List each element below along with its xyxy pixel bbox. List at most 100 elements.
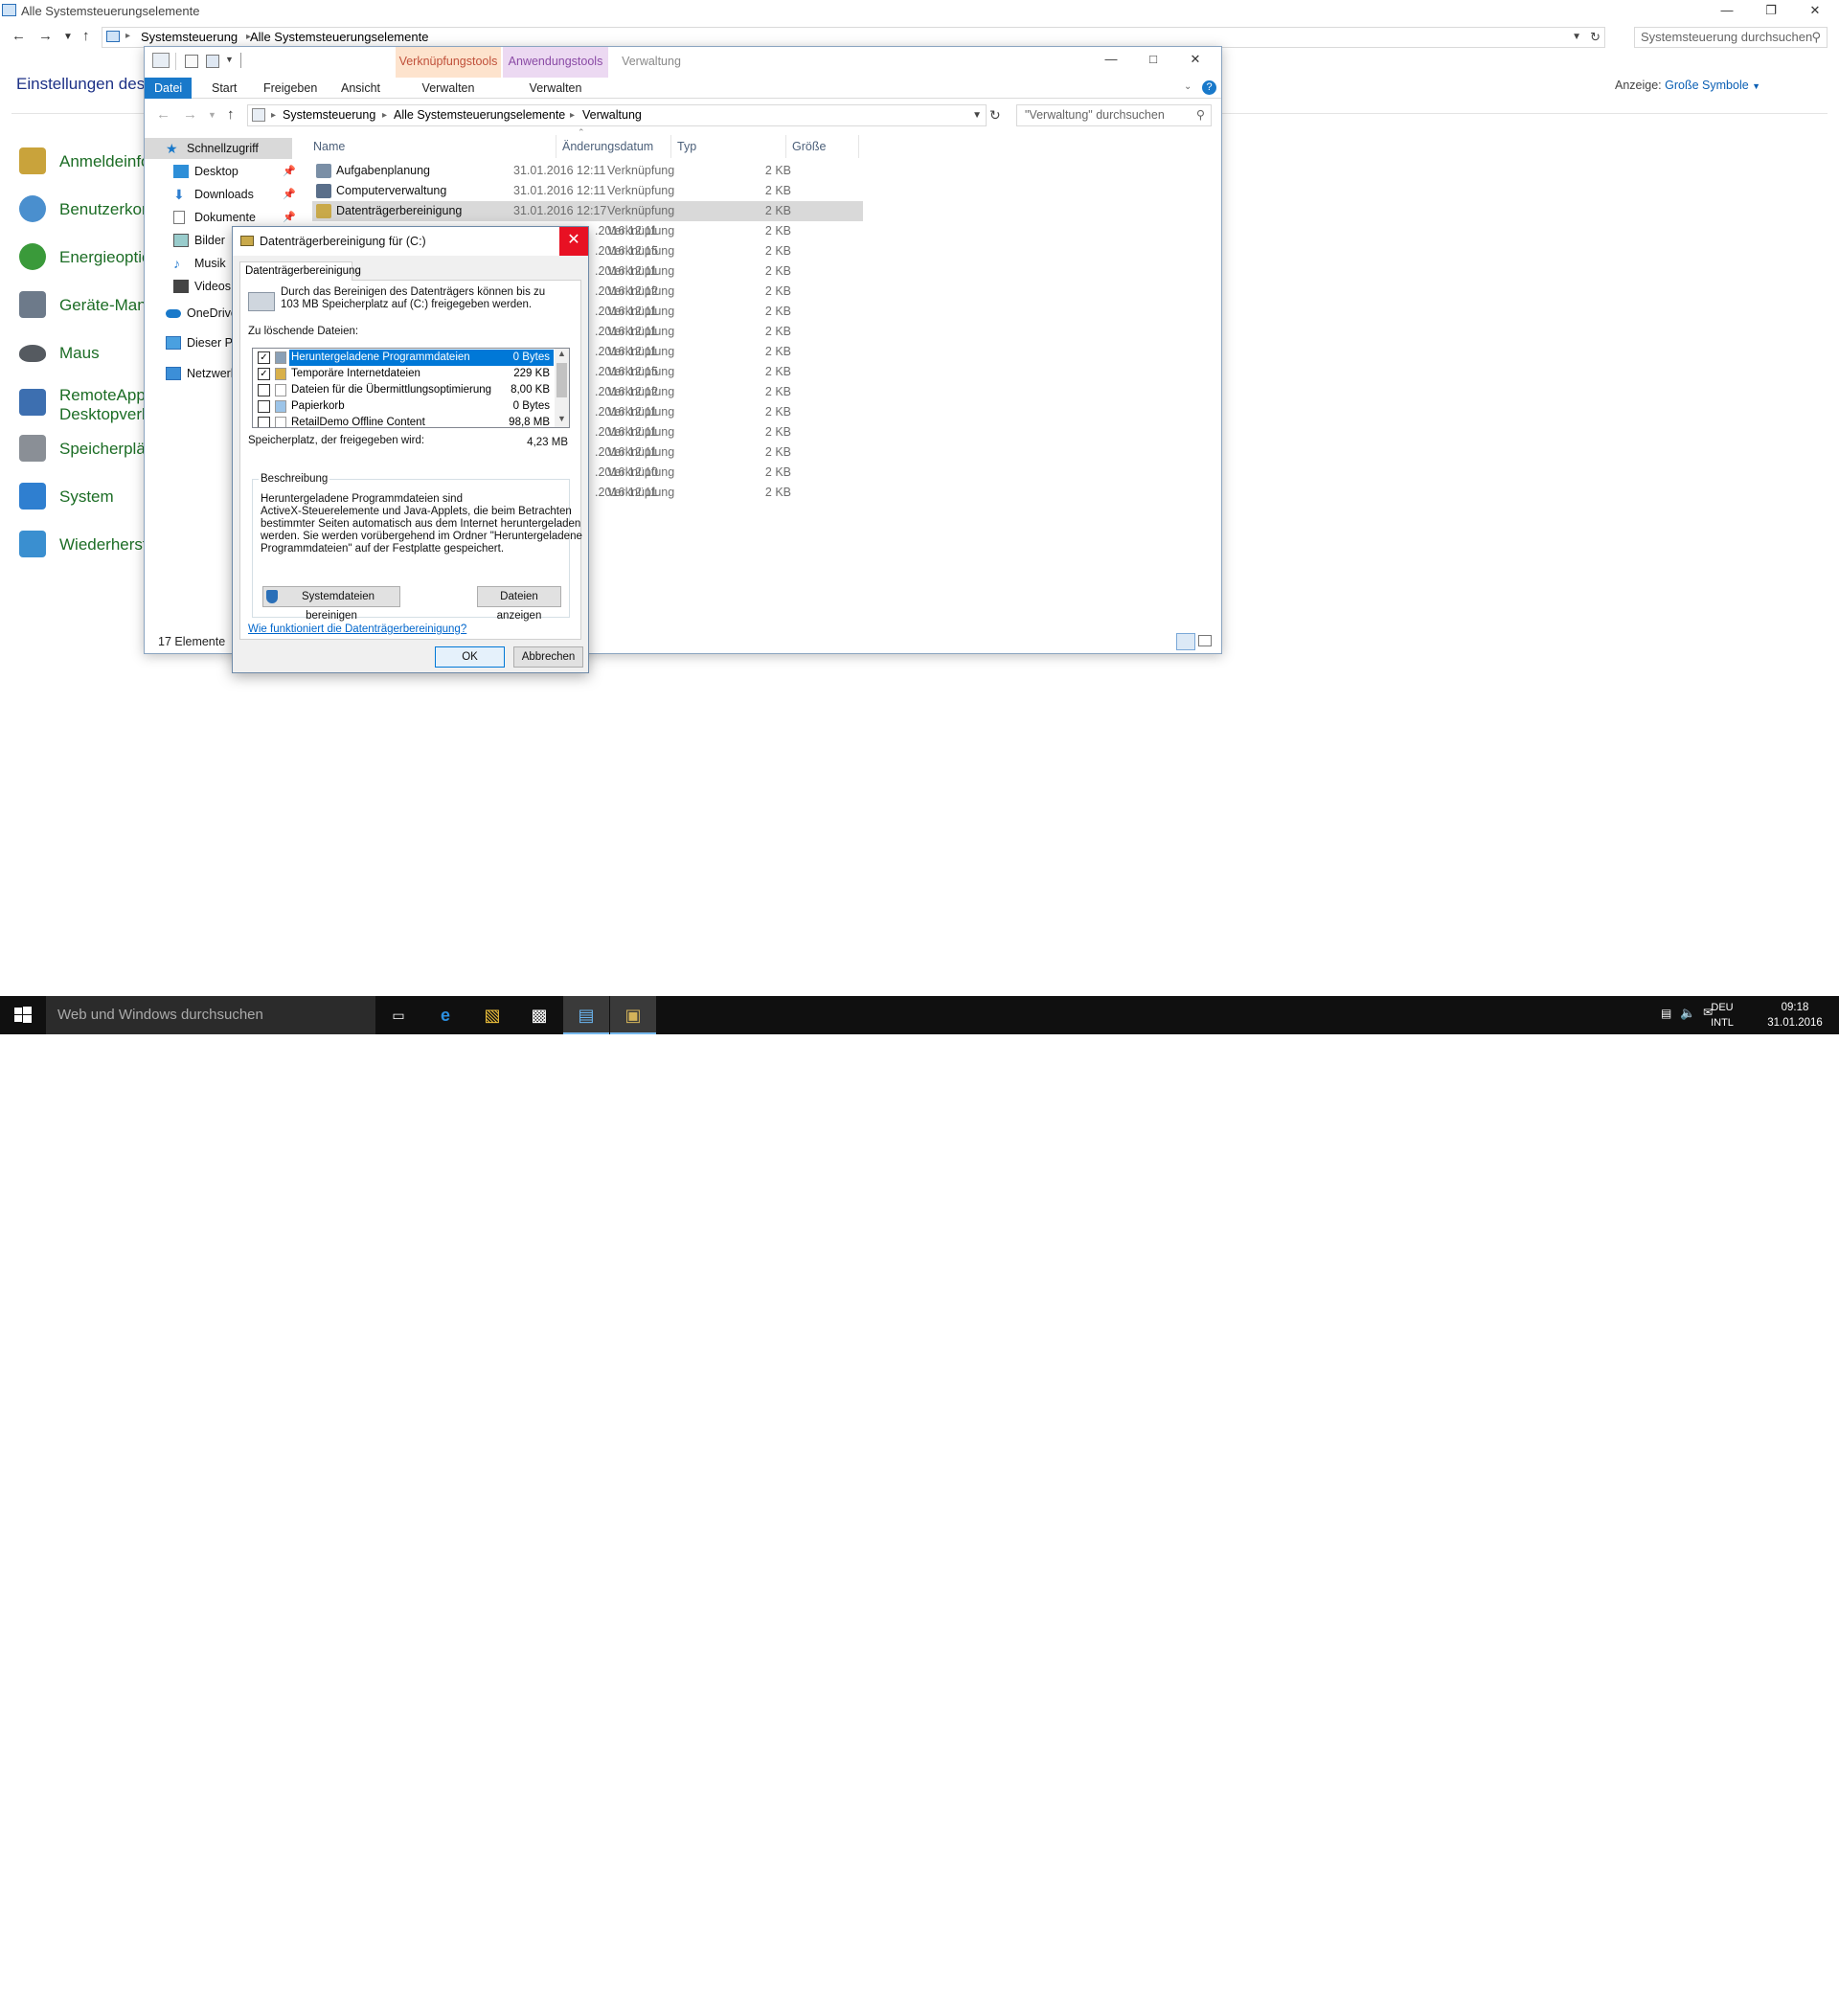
pin-icon[interactable]: 📌 xyxy=(283,188,296,200)
space-freed-value: 4,23 MB xyxy=(527,437,568,448)
properties-icon[interactable] xyxy=(185,55,198,68)
back-arrow-icon[interactable]: ← xyxy=(11,28,26,44)
table-row[interactable]: Computerverwaltung 31.01.2016 12:11 Verknü… xyxy=(312,181,863,201)
table-row[interactable]: Datenträgerbereinigung 31.01.2016 12:17 Ve… xyxy=(312,201,863,221)
help-link[interactable]: Wie funktioniert die Datenträgerbereinig… xyxy=(248,623,466,635)
refresh-icon[interactable]: ↻ xyxy=(1590,28,1601,47)
breadcrumb-systemsteuerung[interactable]: Systemsteuerung xyxy=(283,105,375,125)
cell-type: Verknüpfung xyxy=(607,264,675,278)
column-header-type[interactable]: Typ xyxy=(671,135,786,158)
checkbox[interactable] xyxy=(258,400,270,413)
search-icon[interactable]: ⚲ xyxy=(1811,28,1821,47)
checkbox[interactable] xyxy=(258,417,270,427)
checkbox[interactable] xyxy=(258,384,270,396)
list-item[interactable]: Papierkorb 0 Bytes xyxy=(253,398,556,415)
address-box[interactable]: ▸ Systemsteuerung ▸ Alle Systemsteuerung… xyxy=(102,27,1605,48)
cell-size: 2 KB xyxy=(764,204,791,217)
volume-tray-icon[interactable]: 🔈 xyxy=(1680,1006,1695,1021)
details-view-icon[interactable] xyxy=(1176,633,1195,650)
list-item[interactable]: RetailDemo Offline Content 98,8 MB xyxy=(253,415,556,427)
tab-datentraegerbereinigung[interactable]: Datenträgerbereinigung xyxy=(239,261,361,281)
ribbon-collapse-icon[interactable]: ⌄ xyxy=(1184,81,1192,92)
list-item[interactable]: Dateien für die Übermittlungsoptimierung… xyxy=(253,382,556,398)
file-explorer-icon[interactable]: ▧ xyxy=(469,996,515,1034)
edge-browser-icon[interactable]: e xyxy=(422,996,468,1034)
column-header-name[interactable]: Name xyxy=(307,135,556,158)
network-tray-icon[interactable]: ▤ xyxy=(1661,1007,1671,1020)
back-arrow-icon[interactable]: ← xyxy=(156,106,170,123)
address-dropdown-icon[interactable]: ▼ xyxy=(972,105,982,125)
up-arrow-icon[interactable]: ↑ xyxy=(227,106,235,123)
chevron-right-icon: ▸ xyxy=(125,31,131,41)
address-box[interactable]: ▸ Systemsteuerung ▸ Alle Systemsteuerung… xyxy=(247,104,987,126)
input-language-indicator[interactable]: DEU INTL xyxy=(1695,1000,1749,1031)
list-scrollbar[interactable]: ▲ ▼ xyxy=(555,349,569,427)
up-arrow-icon[interactable]: ↑ xyxy=(82,28,90,44)
files-to-delete-list[interactable]: ✓ Heruntergeladene Programmdateien 0 Bytes… xyxy=(252,348,570,428)
pin-icon[interactable]: 📌 xyxy=(283,211,296,223)
search-icon[interactable]: ⚲ xyxy=(1196,105,1205,125)
control-panel-taskbar-icon[interactable]: ▤ xyxy=(563,996,609,1034)
minimize-button[interactable]: — xyxy=(1089,49,1133,74)
status-item-count: 17 Elemente xyxy=(158,635,226,648)
help-icon[interactable]: ? xyxy=(1202,80,1216,95)
recent-dropdown-icon[interactable]: ▼ xyxy=(63,32,73,42)
forward-arrow-icon[interactable]: → xyxy=(38,28,53,44)
restore-button[interactable]: ❐ xyxy=(1749,0,1793,23)
tab-start[interactable]: Start xyxy=(202,78,246,99)
drive-icon xyxy=(248,292,275,311)
breadcrumb-alle-elemente[interactable]: Alle Systemsteuerungselemente xyxy=(250,28,428,47)
tab-verwalten-shortcut[interactable]: Verwalten xyxy=(396,78,501,99)
task-view-icon[interactable]: ▭ xyxy=(375,996,421,1034)
disk-cleanup-taskbar-icon[interactable]: ▣ xyxy=(610,996,656,1034)
qat-dropdown-icon[interactable]: ▼ xyxy=(225,55,234,64)
taskbar-clock[interactable]: 09:18 31.01.2016 xyxy=(1759,1000,1831,1031)
address-dropdown-icon[interactable]: ▼ xyxy=(1572,28,1581,47)
breadcrumb-alle-elemente[interactable]: Alle Systemsteuerungselemente xyxy=(394,105,565,125)
view-files-button[interactable]: Dateien anzeigen xyxy=(477,586,561,622)
tab-datei[interactable]: Datei xyxy=(145,78,193,99)
close-button[interactable]: ✕ xyxy=(1793,0,1837,23)
close-button[interactable]: ✕ xyxy=(1173,49,1217,74)
clean-system-files-button[interactable]: Systemdateien bereinigen xyxy=(262,586,400,622)
explorer-search-input[interactable]: "Verwaltung" durchsuchen ⚲ xyxy=(1016,104,1212,126)
view-selector[interactable]: Anzeige: Große Symbole ▼ xyxy=(1615,79,1760,92)
pin-icon[interactable]: 📌 xyxy=(283,165,296,177)
control-panel-search-input[interactable]: Systemsteuerung durchsuchen ⚲ xyxy=(1634,27,1828,48)
ok-button[interactable]: OK xyxy=(435,646,505,668)
maximize-button[interactable]: □ xyxy=(1131,49,1175,74)
refresh-icon[interactable]: ↻ xyxy=(989,107,1001,124)
dialog-close-button[interactable]: ✕ xyxy=(559,227,588,256)
store-icon[interactable]: ▩ xyxy=(516,996,562,1034)
list-item[interactable]: ✓ Heruntergeladene Programmdateien 0 Bytes xyxy=(253,350,556,366)
forward-arrow-icon[interactable]: → xyxy=(183,106,197,123)
large-icons-view-icon[interactable] xyxy=(1198,635,1212,646)
tab-verwalten-app[interactable]: Verwalten xyxy=(503,78,608,99)
scroll-thumb[interactable] xyxy=(556,363,567,397)
start-button[interactable] xyxy=(0,996,46,1034)
tab-ansicht[interactable]: Ansicht xyxy=(331,78,390,99)
new-folder-icon[interactable] xyxy=(206,55,219,68)
storage-spaces-icon xyxy=(19,435,46,462)
table-row[interactable]: Aufgabenplanung 31.01.2016 12:11 Verknüpfu… xyxy=(312,161,863,181)
minimize-button[interactable]: — xyxy=(1705,0,1749,23)
column-header-date[interactable]: Änderungsdatum xyxy=(556,135,671,158)
column-header-size[interactable]: Größe xyxy=(786,135,859,158)
device-manager-icon xyxy=(19,291,46,318)
breadcrumb-systemsteuerung[interactable]: Systemsteuerung xyxy=(141,28,238,47)
recent-dropdown-icon[interactable]: ▼ xyxy=(208,110,216,120)
tab-freigeben[interactable]: Freigeben xyxy=(254,78,327,99)
breadcrumb-verwaltung[interactable]: Verwaltung xyxy=(582,105,642,125)
list-item[interactable]: ✓ Temporäre Internetdateien 229 KB xyxy=(253,366,556,382)
scroll-up-icon[interactable]: ▲ xyxy=(557,349,566,358)
checkbox[interactable]: ✓ xyxy=(258,351,270,364)
taskbar-search-input[interactable]: Web und Windows durchsuchen xyxy=(46,996,375,1034)
cell-size: 2 KB xyxy=(764,345,791,358)
clean-system-files-label: Systemdateien bereinigen xyxy=(301,591,375,622)
file-category-icon xyxy=(275,351,286,364)
view-value[interactable]: Große Symbole xyxy=(1665,79,1749,92)
cancel-button[interactable]: Abbrechen xyxy=(513,646,583,668)
checkbox[interactable]: ✓ xyxy=(258,368,270,380)
scroll-down-icon[interactable]: ▼ xyxy=(557,414,566,423)
cell-name: Computerverwaltung xyxy=(336,184,447,197)
